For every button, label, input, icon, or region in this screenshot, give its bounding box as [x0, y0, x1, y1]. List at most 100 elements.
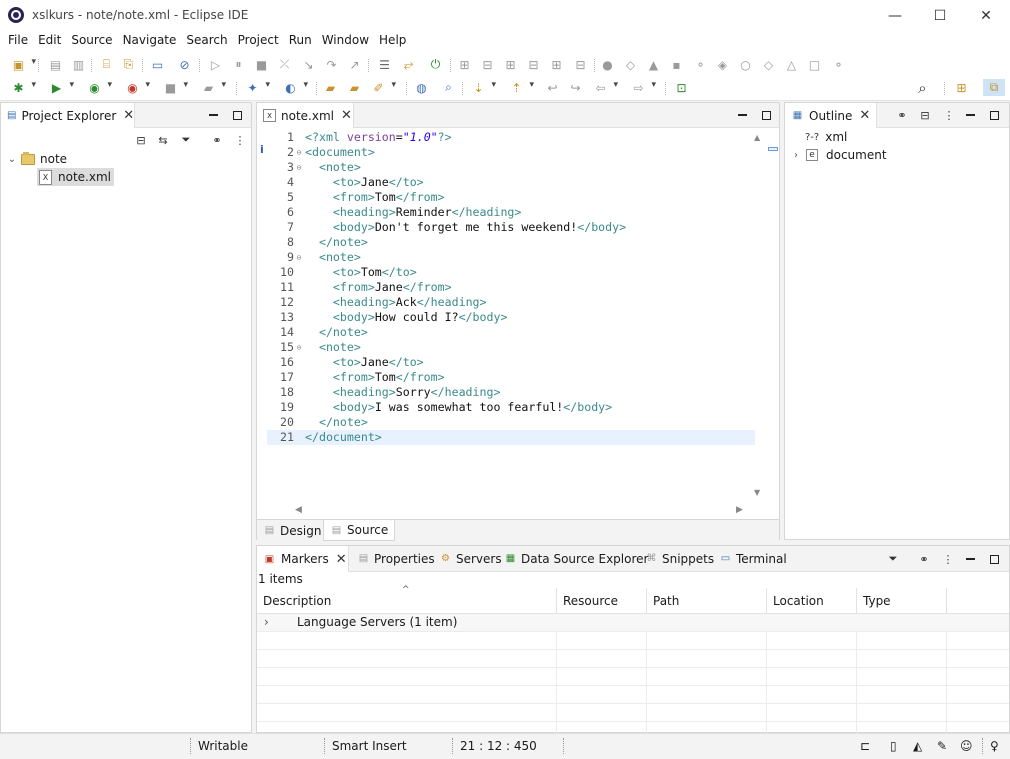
next-annotation-icon[interactable]: ⇣ [470, 79, 496, 96]
tab-data-source-explorer[interactable]: ▦ Data Source Explorer [498, 548, 654, 569]
tree-layout-icon[interactable]: ⊟ [525, 56, 542, 73]
open-type-icon[interactable]: ⌸ [98, 56, 115, 73]
step-return-icon[interactable]: ↗ [346, 56, 363, 73]
forward-edit-icon[interactable]: ↪ [567, 79, 584, 96]
outline-item-xml[interactable]: ?-? xml [805, 128, 847, 146]
console-icon[interactable]: ▭ [149, 56, 166, 73]
fold-collapse-icon[interactable]: ⊖ [294, 160, 304, 175]
code-line[interactable]: 16 <to>Jane</to> [267, 355, 755, 370]
close-icon[interactable]: ✕ [859, 108, 870, 123]
save-icon[interactable]: ▤ [47, 56, 64, 73]
close-window-button[interactable]: ✕ [963, 0, 1009, 31]
chevron-right-icon[interactable]: › [264, 615, 269, 629]
scroll-left-icon[interactable]: ◀ [295, 505, 302, 515]
view-menu-icon[interactable]: ⋮ [942, 108, 956, 122]
external-tools-icon[interactable]: ◉ [124, 79, 150, 96]
triangle-icon[interactable]: △ [783, 56, 800, 73]
link-with-editor-icon[interactable]: ⇆ [156, 133, 170, 147]
menu-edit[interactable]: Edit [33, 31, 66, 52]
tab-terminal[interactable]: ▭ Terminal [713, 548, 793, 569]
disconnect-icon[interactable]: ⤫ [276, 56, 293, 73]
last-edit-icon[interactable]: ↩ [544, 79, 561, 96]
search-icon[interactable]: ⌕ [914, 79, 931, 97]
chevron-right-icon[interactable]: › [790, 150, 802, 161]
tab-note-xml[interactable]: X note.xml ✕ [257, 103, 354, 128]
code-area[interactable]: 1 <?xml version="1.0"?> 2 ⊖ <document> 3 ⊖ <no… [267, 128, 755, 503]
toggle-markers-icon[interactable]: ☰ [376, 56, 393, 73]
coverage-icon[interactable]: ◉ [86, 79, 112, 96]
tab-servers[interactable]: ⚙ Servers [433, 548, 508, 569]
focus-icon[interactable]: ⚭ [895, 108, 909, 122]
new-wizard-icon[interactable]: ✦ [244, 79, 270, 96]
open-folder-icon[interactable]: ▰ [346, 79, 363, 96]
overview-ruler-marker[interactable] [768, 147, 778, 151]
debug-icon[interactable]: ✱ [10, 79, 36, 96]
menu-window[interactable]: Window [317, 31, 374, 52]
node-icon[interactable]: ◈ [714, 56, 731, 73]
node-icon[interactable]: ○ [737, 56, 754, 73]
run-icon[interactable]: ▶ [48, 79, 74, 96]
column-path[interactable]: Path [647, 588, 767, 614]
new-class-icon[interactable]: ◐ [282, 79, 308, 96]
tab-source[interactable]: ▤ Source [323, 520, 396, 541]
tab-design[interactable]: ▤ Design [257, 520, 327, 541]
menu-file[interactable]: File [3, 31, 33, 52]
open-perspective-icon[interactable]: ⊞ [953, 79, 970, 96]
square-icon[interactable]: ▪ [668, 56, 685, 73]
tab-properties[interactable]: ▤ Properties [351, 548, 441, 569]
diamond-icon[interactable]: ◇ [622, 56, 639, 73]
server-icon[interactable]: ■ [162, 79, 188, 96]
code-line[interactable]: 21 </document> [267, 430, 755, 445]
code-line[interactable]: 6 <heading>Reminder</heading> [267, 205, 755, 220]
diamond-icon[interactable]: ◇ [760, 56, 777, 73]
circle-icon[interactable]: ● [599, 56, 616, 73]
code-line[interactable]: 8 </note> [267, 235, 755, 250]
fold-collapse-icon[interactable]: ⊖ [294, 250, 304, 265]
step-over-icon[interactable]: ↷ [323, 56, 340, 73]
scroll-up-icon[interactable]: ▲ [754, 133, 764, 142]
menu-source[interactable]: Source [66, 31, 117, 52]
menu-search[interactable]: Search [181, 31, 232, 52]
tab-outline[interactable]: ▦ Outline ✕ [785, 103, 877, 128]
power-icon[interactable]: ⏻ [427, 56, 444, 73]
trim-stack-icon[interactable]: ⊏ [860, 739, 870, 753]
step-into-icon[interactable]: ↘ [300, 56, 317, 73]
code-line[interactable]: 20 </note> [267, 415, 755, 430]
new-icon[interactable]: ▣ [10, 56, 36, 73]
maximize-view-button[interactable] [230, 108, 244, 122]
collapse-all-icon[interactable]: ⊟ [134, 133, 148, 147]
tree-layout-icon[interactable]: ⊞ [548, 56, 565, 73]
minimize-button[interactable]: — [872, 0, 918, 31]
save-all-icon[interactable]: ▥ [70, 56, 87, 73]
column-location[interactable]: Location [767, 588, 857, 614]
scroll-down-icon[interactable]: ▼ [754, 488, 764, 497]
triangle-icon[interactable]: ▲ [645, 56, 662, 73]
globe-icon[interactable]: ◍ [413, 79, 430, 96]
code-line[interactable]: 13 <body>How could I?</body> [267, 310, 755, 325]
column-resource[interactable]: Resource [557, 588, 647, 614]
minimize-view-button[interactable] [206, 108, 220, 122]
code-line[interactable]: 4 <to>Jane</to> [267, 175, 755, 190]
focus-icon[interactable]: ⚭ [210, 133, 224, 147]
collapse-all-icon[interactable]: ⊟ [918, 108, 932, 122]
code-line[interactable]: 19 <body>I was somewhat too fearful!</bo… [267, 400, 755, 415]
tree-layout-icon[interactable]: ⊟ [479, 56, 496, 73]
tree-layout-icon[interactable]: ⊞ [456, 56, 473, 73]
java-ee-perspective-icon[interactable]: ⧉ [983, 79, 1005, 96]
filter-icon[interactable]: ⏷ [886, 552, 900, 566]
code-line[interactable]: 12 <heading>Ack</heading> [267, 295, 755, 310]
menu-project[interactable]: Project [233, 31, 284, 52]
node-icon[interactable]: ⚬ [692, 56, 709, 73]
code-line[interactable]: 2 ⊖ <document> [267, 145, 755, 160]
outline-item-document[interactable]: › e document [790, 146, 887, 164]
tree-layout-icon[interactable]: ⊞ [502, 56, 519, 73]
open-perspective-icon[interactable]: ⊡ [673, 79, 690, 96]
tab-snippets[interactable]: ⌘ Snippets [639, 548, 720, 569]
code-line[interactable]: 14 </note> [267, 325, 755, 340]
code-line[interactable]: 3 ⊖ <note> [267, 160, 755, 175]
server-stop-icon[interactable]: ▰ [200, 79, 226, 96]
tree-item-file[interactable]: X note.xml [37, 168, 114, 186]
skip-breakpoints-icon[interactable]: ⊘ [176, 56, 193, 73]
code-line[interactable]: 18 <heading>Sorry</heading> [267, 385, 755, 400]
use-step-filters-icon[interactable]: ⥂ [400, 56, 417, 73]
